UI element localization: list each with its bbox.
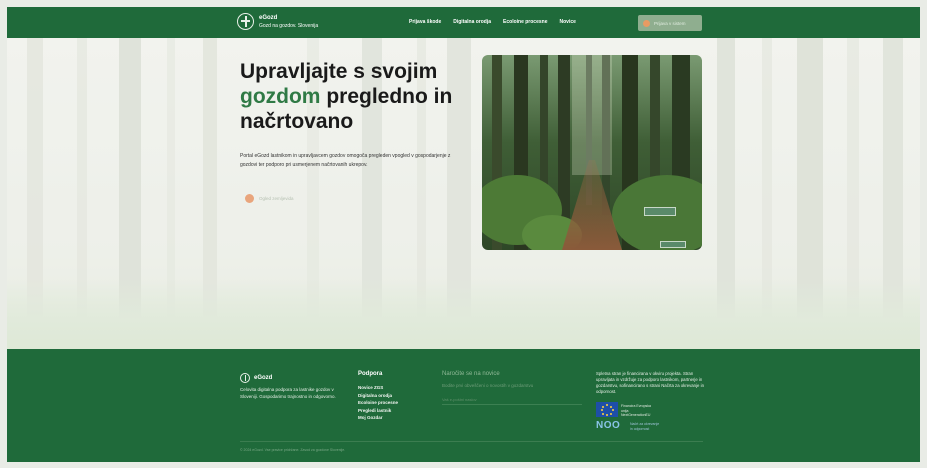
trail-sign [644,207,676,216]
forest-photo [482,55,702,250]
newsletter-heading: Naročite se na novice [442,371,500,377]
footer-about: Celovita digitalna podpora za lastnike g… [240,387,336,399]
brand-logo-link[interactable]: eGozd Gozd na gozdov. Slovenija [237,13,318,30]
copyright: © 2024 eGozd. Vse pravice pridržane. Zav… [240,448,346,452]
hero-description: Portal eGozd lastnikom in upravljavcem g… [240,153,451,168]
hero-title-accent: gozdom [240,85,321,108]
nav-link-digital-tools[interactable]: Digitalna orodja [453,19,491,25]
tree-logo-icon [240,373,250,383]
hero-section: Upravljajte s svojim gozdom pregledno in… [7,38,920,349]
footer-brand-name: eGozd [254,375,273,381]
login-button[interactable]: Prijava v sistem [638,15,702,31]
brand-name: eGozd [259,14,278,21]
footer-support-list: Novice ZGS Digitalna orodja Ecoloine pro… [358,384,398,422]
footer-link[interactable]: Pregledi lastnik [358,407,398,415]
footer-divider [240,441,703,442]
footer-brand[interactable]: eGozd [240,373,272,383]
site-footer: eGozd Celovita digitalna podpora za last… [7,349,920,462]
hero-title-rest: pregledno in [320,85,453,108]
map-button-label: Ogled zemljevida [259,196,294,201]
funding-note: Spletna stran je financirana v okviru pr… [596,371,704,394]
trail-sign [660,241,686,248]
nav-link-news[interactable]: Novice [560,19,576,25]
newsletter-description: Bodite prvi obveščeni o novostih v gozda… [442,383,534,388]
footer-support-heading: Podpora [358,371,383,377]
nav-link-damage-report[interactable]: Prijava škode [409,19,441,25]
nav-link-processes[interactable]: Ecoloine procesne [503,19,547,25]
page-frame: eGozd Gozd na gozdov. Slovenija Prijava … [7,7,920,462]
tree-logo-icon [237,13,254,30]
top-navbar: eGozd Gozd na gozdov. Slovenija Prijava … [7,7,920,38]
newsletter-email-input[interactable]: Vaš e-poštni naslov [442,393,582,405]
eu-flag-icon [596,402,618,417]
eu-funding-label: Financira Evropska unija NextGenerationE… [621,404,651,417]
noo-logo: NOO [596,420,621,431]
hero-title-line1: Upravljajte s svojim [240,60,438,83]
hero-title-line3: načrtovano [240,110,354,133]
footer-link[interactable]: Novice ZGS [358,384,398,392]
brand-subtitle: Gozd na gozdov. Slovenija [259,22,319,29]
map-icon [245,194,254,203]
footer-link[interactable]: Ecoloine procesne [358,399,398,407]
hero-title: Upravljajte s svojim gozdom pregledno in… [240,59,490,134]
nav-links: Prijava škode Digitalna orodja Ecoloine … [409,19,576,25]
footer-link[interactable]: Digitalna orodja [358,392,398,400]
noo-label: Načrt za okrevanje in odpornost [630,422,660,431]
user-icon [643,19,650,27]
login-button-label: Prijava v sistem [654,20,686,26]
footer-link[interactable]: Moj Gozdar [358,414,398,422]
map-button[interactable]: Ogled zemljevida [245,194,294,203]
